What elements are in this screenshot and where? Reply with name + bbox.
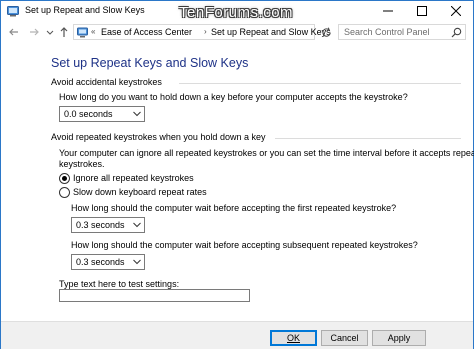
address-bar[interactable]: « Ease of Access Center › Set up Repeat … [73, 24, 384, 40]
forward-button[interactable] [27, 25, 41, 39]
apply-button[interactable]: Apply [372, 330, 426, 346]
first-repeat-delay-select[interactable]: 0.3 seconds [71, 217, 145, 233]
breadcrumb-separator[interactable]: « [91, 27, 95, 36]
repeat-description-line1: Your computer can ignore all repeated ke… [59, 148, 474, 158]
ok-label: OK [286, 333, 300, 343]
close-icon [451, 6, 461, 16]
section-divider [179, 83, 461, 84]
control-panel-icon [7, 5, 19, 17]
minimize-icon [383, 10, 393, 12]
ignore-repeats-text: Ignore all repeated keystrokes [73, 173, 194, 183]
section-avoid-accidental: Avoid accidental keystrokes [51, 77, 461, 87]
maximize-icon [417, 6, 427, 16]
chevron-down-icon [133, 259, 141, 265]
search-placeholder: Search Control Panel [344, 27, 430, 37]
test-settings-label: Type text here to test settings: [59, 279, 180, 289]
window-title: Set up Repeat and Slow Keys [25, 5, 145, 15]
first-repeat-question: How long should the computer wait before… [71, 203, 397, 213]
section-label: Avoid repeated keystrokes when you hold … [51, 132, 266, 142]
search-input[interactable]: Search Control Panel [338, 24, 466, 40]
maximize-button[interactable] [405, 1, 439, 21]
breadcrumb-ease-of-access[interactable]: Ease of Access Center [101, 27, 192, 37]
breadcrumb-separator[interactable]: › [204, 27, 207, 36]
chevron-down-icon [46, 30, 54, 35]
ignore-repeats-radio[interactable] [59, 173, 70, 184]
breadcrumb-current-page[interactable]: Set up Repeat and Slow Keys [211, 27, 331, 37]
recent-locations-button[interactable] [45, 25, 55, 39]
page-title: Set up Repeat Keys and Slow Keys [51, 56, 249, 70]
title-bar: Set up Repeat and Slow Keys TenForums.co… [1, 1, 473, 21]
select-value: 0.0 seconds [64, 109, 113, 119]
slow-repeat-rate-radio[interactable] [59, 187, 70, 198]
ok-button[interactable]: OK [270, 330, 317, 346]
select-value: 0.3 seconds [76, 220, 125, 230]
test-settings-input[interactable] [59, 289, 250, 302]
section-avoid-repeated: Avoid repeated keystrokes when you hold … [51, 132, 461, 142]
navigation-bar: « Ease of Access Center › Set up Repeat … [1, 21, 473, 43]
arrow-right-icon [30, 28, 39, 36]
watermark: TenForums.com [179, 4, 294, 21]
cancel-button[interactable]: Cancel [321, 330, 368, 346]
window: Set up Repeat and Slow Keys TenForums.co… [0, 0, 474, 349]
repeat-description-line2: keystrokes. [59, 159, 105, 169]
subsequent-repeat-delay-select[interactable]: 0.3 seconds [71, 254, 145, 270]
arrow-up-icon [60, 27, 68, 37]
slow-repeat-rate-label[interactable]: Slow down keyboard repeat rates [73, 187, 207, 197]
slow-keys-question: How long do you want to hold down a key … [59, 92, 408, 102]
subsequent-repeat-question: How long should the computer wait before… [71, 240, 418, 250]
apply-label: Apply [387, 333, 411, 343]
back-button[interactable] [7, 25, 21, 39]
chevron-down-icon [133, 222, 141, 228]
arrow-left-icon [9, 28, 18, 36]
ignore-repeats-label[interactable]: Ignore all repeated keystrokes [73, 173, 194, 183]
radio-selected-dot [62, 176, 67, 181]
close-button[interactable] [439, 1, 473, 21]
section-divider [275, 138, 461, 139]
search-icon [451, 27, 462, 38]
cancel-label: Cancel [330, 333, 359, 343]
section-label: Avoid accidental keystrokes [51, 77, 162, 87]
refresh-icon [321, 27, 331, 37]
slow-keys-delay-select[interactable]: 0.0 seconds [59, 106, 145, 122]
up-button[interactable] [57, 25, 71, 39]
select-value: 0.3 seconds [76, 257, 125, 267]
chevron-down-icon [133, 111, 141, 117]
refresh-button[interactable] [319, 24, 333, 40]
minimize-button[interactable] [371, 1, 405, 21]
control-panel-icon [77, 27, 88, 38]
